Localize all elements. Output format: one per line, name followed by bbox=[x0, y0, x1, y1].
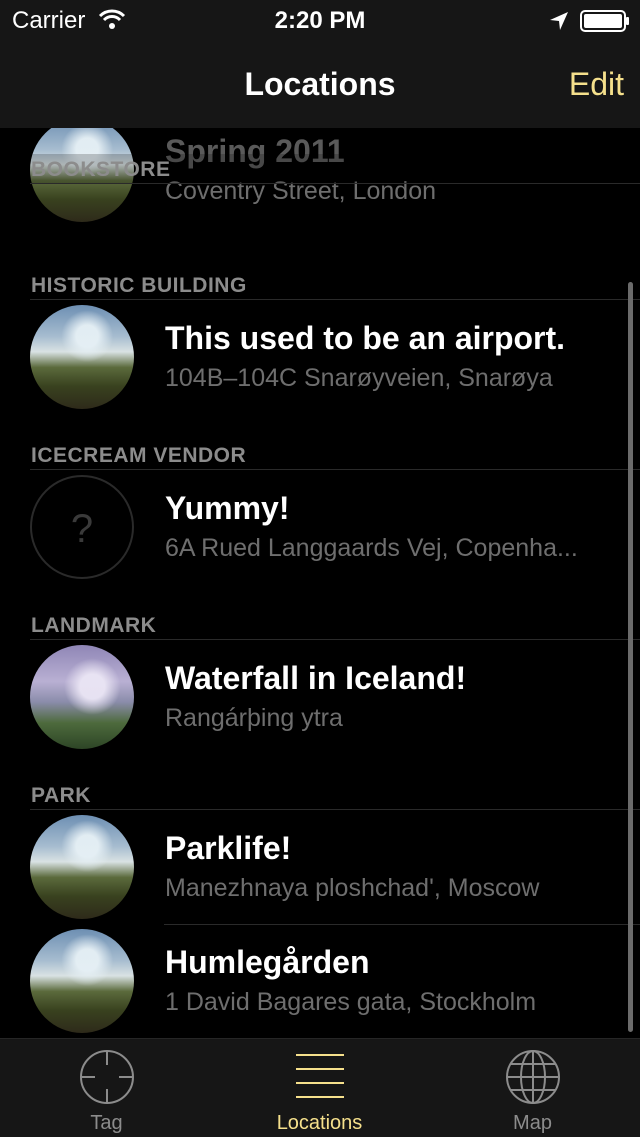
scrollbar[interactable] bbox=[628, 282, 633, 1032]
section-header-label: ICECREAM VENDOR bbox=[31, 444, 247, 467]
divider bbox=[30, 183, 640, 184]
tab-label: Locations bbox=[276, 1112, 363, 1134]
section-header: HISTORIC BUILDING bbox=[0, 270, 640, 300]
tab-map[interactable]: Map bbox=[426, 1039, 639, 1137]
location-address: Manezhnaya ploshchad', Moscow bbox=[165, 874, 540, 902]
location-title: Waterfall in Iceland! bbox=[165, 660, 467, 696]
location-address: Rangárþing ytra bbox=[165, 704, 343, 732]
location-title: This used to be an airport. bbox=[165, 320, 566, 356]
section-header-label: PARK bbox=[31, 784, 91, 807]
battery-icon bbox=[580, 10, 629, 32]
location-address: 1 David Bagares gata, Stockholm bbox=[165, 988, 537, 1016]
tab-bar: Tag Locations Map bbox=[0, 1038, 640, 1137]
tab-label: Map bbox=[513, 1112, 552, 1134]
globe-icon bbox=[505, 1050, 560, 1104]
list-item[interactable]: Humlegården 1 David Bagares gata, Stockh… bbox=[0, 924, 640, 1038]
tab-label: Tag bbox=[90, 1112, 123, 1134]
location-address: 6A Rued Langgaards Vej, Copenha... bbox=[165, 534, 578, 562]
list-item[interactable]: ? Yummy! 6A Rued Langgaards Vej, Copenha… bbox=[0, 470, 640, 584]
list-item[interactable]: Waterfall in Iceland! Rangárþing ytra bbox=[0, 640, 640, 754]
section-header: BOOKSTORE bbox=[0, 154, 640, 184]
section-header: LANDMARK bbox=[0, 610, 640, 640]
question-mark-icon: ? bbox=[70, 507, 94, 551]
section-header-label: BOOKSTORE bbox=[31, 158, 171, 181]
location-title: Yummy! bbox=[165, 490, 290, 526]
section-header-label: LANDMARK bbox=[31, 614, 157, 637]
locations-list[interactable]: Spring 2011 Coventry Street, London BOOK… bbox=[0, 128, 640, 1038]
status-bar: Carrier 2:20 PM bbox=[0, 0, 640, 40]
list-icon bbox=[295, 1054, 344, 1098]
tab-locations[interactable]: Locations bbox=[213, 1039, 426, 1137]
placeholder-photo: ? bbox=[30, 475, 134, 579]
section-header: ICECREAM VENDOR bbox=[0, 440, 640, 470]
navigation-bar: Locations Edit bbox=[0, 40, 640, 128]
page-title: Locations bbox=[244, 66, 396, 102]
location-arrow-icon bbox=[550, 12, 568, 30]
location-title: Humlegården bbox=[165, 944, 370, 980]
edit-button[interactable]: Edit bbox=[569, 66, 624, 103]
crosshair-icon bbox=[79, 1050, 134, 1104]
list-item[interactable]: This used to be an airport. 104B–104C Sn… bbox=[0, 300, 640, 414]
section-header: PARK bbox=[0, 780, 640, 810]
location-photo bbox=[30, 305, 134, 409]
location-address: 104B–104C Snarøyveien, Snarøya bbox=[165, 364, 553, 392]
list-item[interactable]: Parklife! Manezhnaya ploshchad', Moscow bbox=[0, 810, 640, 924]
clock: 2:20 PM bbox=[274, 7, 366, 34]
section-header-label: HISTORIC BUILDING bbox=[31, 274, 247, 297]
location-photo bbox=[30, 645, 134, 749]
location-photo bbox=[30, 929, 134, 1033]
location-photo bbox=[30, 815, 134, 919]
location-title: Parklife! bbox=[165, 830, 292, 866]
tab-tag[interactable]: Tag bbox=[0, 1039, 213, 1137]
